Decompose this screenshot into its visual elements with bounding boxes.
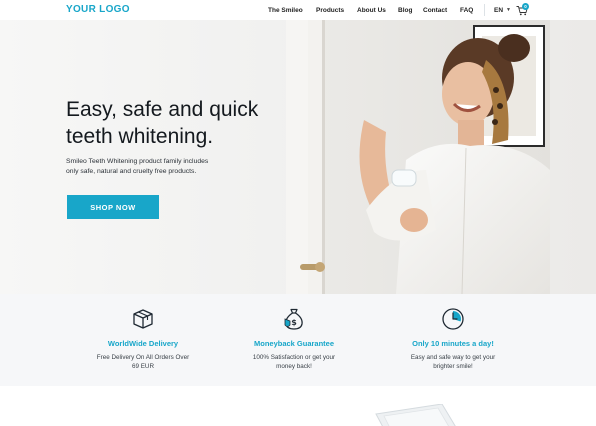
- feature-title: WorldWide Delivery: [107, 339, 179, 348]
- nav-item-label: Blog: [398, 6, 413, 14]
- nav-item-blog[interactable]: Blog: [398, 0, 412, 20]
- language-label: EN: [494, 6, 504, 14]
- hero-photo: [286, 20, 550, 294]
- shop-now-button[interactable]: SHOP NOW: [67, 195, 159, 219]
- hero-subtitle-line: Smileo Teeth Whitening product family in…: [66, 158, 209, 165]
- nav-item-contact[interactable]: Contact: [423, 0, 447, 20]
- feature-description-line: 100% Satisfaction or get your: [252, 354, 336, 361]
- nav-item-products[interactable]: Products: [316, 0, 344, 20]
- chevron-down-icon: ▼: [506, 7, 511, 13]
- hero-title-line: Easy, safe and quick: [66, 98, 259, 121]
- next-section: [0, 386, 596, 426]
- feature-description-line: brighter smile!: [433, 363, 473, 370]
- nav-item-label: Products: [316, 6, 345, 14]
- nav-item-faq[interactable]: FAQ: [460, 0, 473, 20]
- feature-description-line: Easy and safe way to get your: [410, 354, 496, 361]
- site-header: YOUR LOGO The Smileo Products About Us B…: [0, 0, 596, 20]
- nav-item-label: Contact: [423, 6, 448, 14]
- nav-divider: [484, 4, 485, 16]
- site-logo[interactable]: YOUR LOGO: [66, 4, 130, 15]
- product-image: [375, 404, 456, 426]
- feature-description-line: money back!: [276, 363, 312, 370]
- feature-title: Only 10 minutes a day!: [412, 339, 494, 348]
- language-selector[interactable]: EN ▼: [494, 0, 511, 20]
- feature-description-line: Free Delivery On All Orders Over: [96, 354, 190, 361]
- nav-item-the-smileo[interactable]: The Smileo: [268, 0, 303, 20]
- clock-icon: [442, 308, 464, 330]
- money-bag-icon: $: [284, 308, 303, 330]
- hero-title-line: teeth whitening.: [66, 125, 214, 148]
- svg-text:$: $: [291, 318, 297, 327]
- nav-item-label: FAQ: [460, 6, 474, 14]
- feature-title: Moneyback Guarantee: [253, 339, 335, 348]
- features-section: WorldWide Delivery Free Delivery On All …: [0, 294, 596, 386]
- feature-description: Free Delivery On All Orders Over 69 EUR: [63, 353, 223, 371]
- nav-item-label: The Smileo: [268, 6, 303, 14]
- nav-item-label: About Us: [357, 6, 386, 14]
- feature-description: Easy and safe way to get your brighter s…: [373, 353, 533, 371]
- nav-item-about-us[interactable]: About Us: [357, 0, 386, 20]
- feature-description: 100% Satisfaction or get your money back…: [214, 353, 374, 371]
- hero-subtitle: Smileo Teeth Whitening product family in…: [66, 157, 266, 176]
- hero-section: Easy, safe and quick teeth whitening. Sm…: [0, 20, 596, 294]
- cart-count-badge: 0: [522, 3, 529, 10]
- box-icon: [133, 309, 153, 329]
- feature-description-line: 69 EUR: [131, 363, 155, 370]
- hero-title: Easy, safe and quick teeth whitening.: [66, 96, 306, 150]
- hero-subtitle-line: only safe, natural and cruelty free prod…: [66, 167, 197, 175]
